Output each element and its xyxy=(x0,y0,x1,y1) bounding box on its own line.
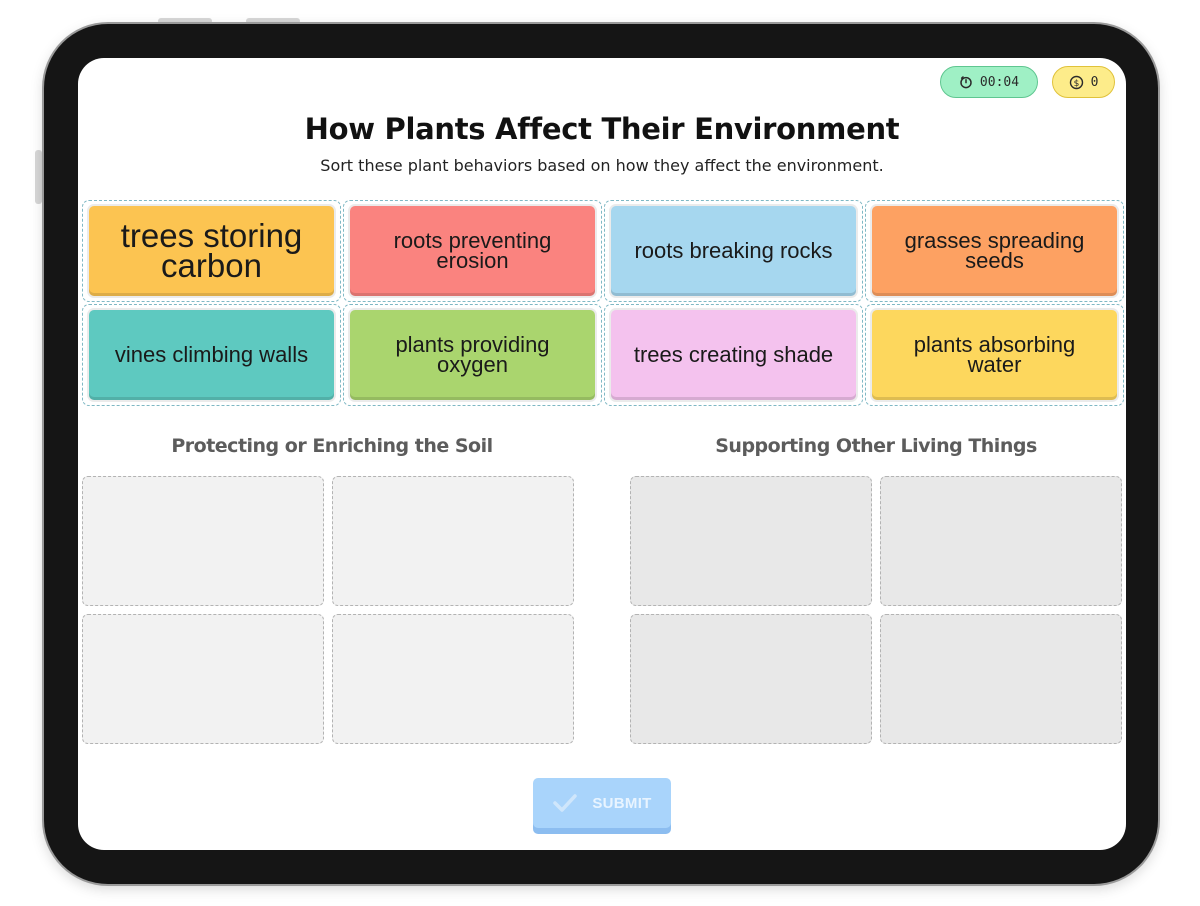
timer-value: 00:04 xyxy=(979,74,1020,90)
drop-slot[interactable] xyxy=(82,614,324,744)
submit-button[interactable]: SUBMIT xyxy=(533,778,671,828)
sort-card[interactable]: roots breaking rocks xyxy=(611,206,856,296)
page-title: How Plants Affect Their Environment xyxy=(304,112,900,146)
drop-zone-soil xyxy=(82,476,574,744)
drop-slot[interactable] xyxy=(630,476,872,606)
drop-slot[interactable] xyxy=(880,476,1122,606)
sort-card[interactable]: trees creating shade xyxy=(611,310,856,400)
category-title-living-things: Supporting Other Living Things xyxy=(715,435,1037,457)
stopwatch-icon xyxy=(959,75,973,89)
card-slot: roots breaking rocks xyxy=(604,200,863,302)
game-screen: 00:04 $ 0 How Plants Affect Their Enviro… xyxy=(78,58,1126,850)
submit-label: SUBMIT xyxy=(592,794,652,812)
drop-slot[interactable] xyxy=(880,614,1122,744)
drop-zone-living-things xyxy=(630,476,1122,744)
sort-card[interactable]: grasses spreading seeds xyxy=(872,206,1117,296)
sort-card[interactable]: plants providing oxygen xyxy=(350,310,595,400)
dollar-coin-icon: $ xyxy=(1069,75,1084,90)
card-slot: plants absorbing water xyxy=(865,304,1124,406)
coins-value: 0 xyxy=(1090,74,1099,90)
svg-text:$: $ xyxy=(1073,78,1079,88)
sort-card[interactable]: vines climbing walls xyxy=(89,310,334,400)
coins-badge: $ 0 xyxy=(1052,66,1115,98)
card-slot: roots preventing erosion xyxy=(343,200,602,302)
category-title-soil: Protecting or Enriching the Soil xyxy=(171,435,493,457)
drop-slot[interactable] xyxy=(332,614,574,744)
sort-card[interactable]: plants absorbing water xyxy=(872,310,1117,400)
card-slot: plants providing oxygen xyxy=(343,304,602,406)
card-slot: trees creating shade xyxy=(604,304,863,406)
instructions-text: Sort these plant behaviors based on how … xyxy=(320,156,884,175)
drop-slot[interactable] xyxy=(82,476,324,606)
card-slot: trees storing carbon xyxy=(82,200,341,302)
sort-card[interactable]: roots preventing erosion xyxy=(350,206,595,296)
sort-card[interactable]: trees storing carbon xyxy=(89,206,334,296)
tablet-power-button xyxy=(35,150,42,204)
drop-slot[interactable] xyxy=(332,476,574,606)
card-slot: grasses spreading seeds xyxy=(865,200,1124,302)
timer-badge: 00:04 xyxy=(940,66,1038,98)
card-bank: trees storing carbon roots preventing er… xyxy=(82,200,1124,406)
drop-slot[interactable] xyxy=(630,614,872,744)
card-slot: vines climbing walls xyxy=(82,304,341,406)
checkmark-icon xyxy=(552,793,578,813)
